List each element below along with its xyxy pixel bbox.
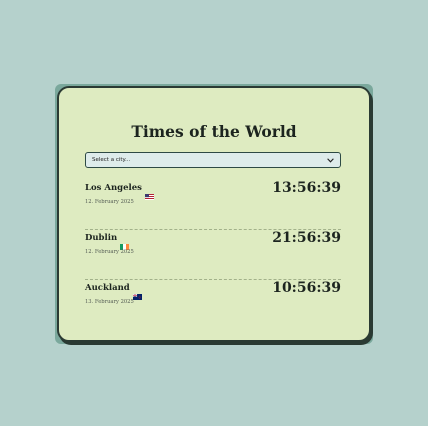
date-label: 12. February 2025 — [85, 249, 134, 255]
clock-row-los-angeles: Los Angeles 12. February 2025 13:56:39 — [85, 180, 341, 230]
ie-flag-icon — [120, 235, 130, 250]
clock-row-dublin: Dublin 12. February 2025 21:56:39 — [85, 230, 341, 280]
nz-flag-icon — [132, 285, 142, 300]
city-name: Auckland — [85, 283, 130, 293]
page-title: Times of the World — [131, 122, 297, 141]
city-name: Dublin — [85, 233, 118, 243]
us-flag-icon — [144, 185, 154, 200]
time-label: 21:56:39 — [272, 230, 341, 246]
clock-row-auckland: Auckland 13. February 2025 10:56:39 — [85, 280, 341, 329]
city-select-placeholder: Select a city... — [92, 157, 131, 163]
world-clock-card: Times of the World Select a city... Los … — [57, 86, 371, 342]
time-label: 10:56:39 — [272, 280, 341, 296]
time-label: 13:56:39 — [272, 180, 341, 196]
chevron-down-icon — [326, 156, 334, 164]
city-name: Los Angeles — [85, 183, 142, 193]
date-label: 13. February 2025 — [85, 299, 134, 305]
date-label: 12. February 2025 — [85, 199, 134, 205]
city-select-dropdown[interactable]: Select a city... — [85, 152, 341, 168]
clock-list: Los Angeles 12. February 2025 13:56:39 D… — [85, 180, 341, 329]
